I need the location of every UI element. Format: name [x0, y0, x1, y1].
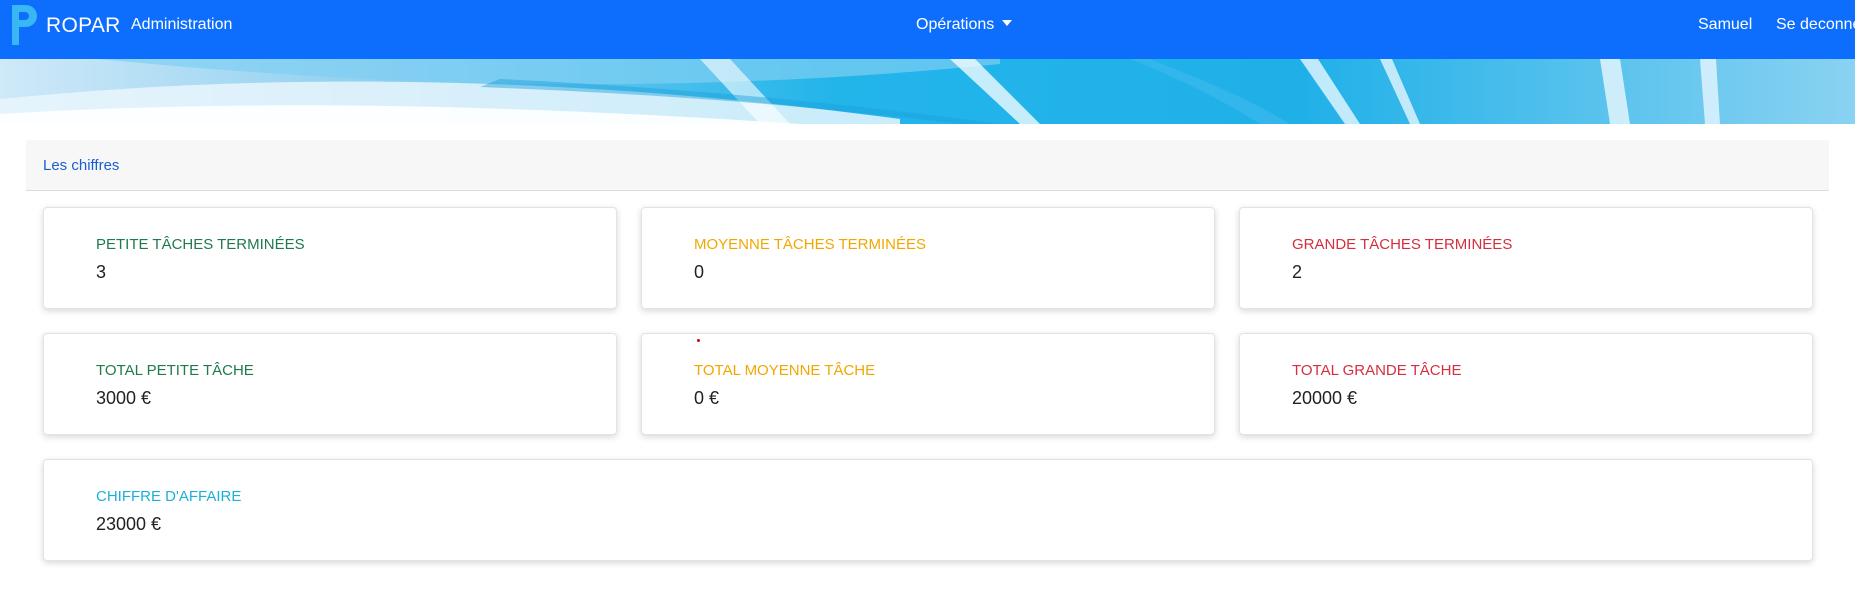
nav-link-logout[interactable]: Se deconne: [1776, 16, 1855, 34]
card-value: 20000 €: [1292, 388, 1358, 408]
card-total-grande: TOTAL GRANDE TÂCHE 20000 €: [1239, 333, 1813, 435]
nav-dropdown-operations[interactable]: Opérations: [916, 16, 1013, 34]
card-value: 3: [96, 262, 107, 282]
card-label: TOTAL MOYENNE TÂCHE: [694, 362, 876, 379]
card-grande-terminees: GRANDE TÂCHES TERMINÉES 2: [1239, 207, 1813, 309]
card-value: 2: [1292, 262, 1303, 282]
card-value: 0: [694, 262, 705, 282]
brand-logo-icon[interactable]: [8, 3, 40, 47]
banner-swoosh-image: [0, 59, 1720, 124]
card-label: GRANDE TÂCHES TERMINÉES: [1292, 236, 1513, 253]
stray-dot: [697, 339, 700, 342]
card-label: PETITE TÂCHES TERMINÉES: [96, 236, 305, 253]
card-total-moyenne: TOTAL MOYENNE TÂCHE 0 €: [641, 333, 1215, 435]
card-value: 23000 €: [96, 514, 162, 534]
card-moyenne-terminees: MOYENNE TÂCHES TERMINÉES 0: [641, 207, 1215, 309]
nav-link-user[interactable]: Samuel: [1698, 16, 1752, 34]
card-petite-terminees: PETITE TÂCHES TERMINÉES 3: [43, 207, 617, 309]
section-header: Les chiffres: [26, 140, 1829, 191]
card-label: MOYENNE TÂCHES TERMINÉES: [694, 236, 926, 253]
section-title[interactable]: Les chiffres: [43, 157, 119, 174]
card-label: TOTAL PETITE TÂCHE: [96, 362, 254, 379]
decorative-banner: [0, 59, 1855, 124]
top-navbar: ROPAR Administration Opérations Samuel S…: [0, 0, 1855, 59]
card-label: CHIFFRE D'AFFAIRE: [96, 488, 242, 505]
card-value: 0 €: [694, 388, 720, 408]
card-label: TOTAL GRANDE TÂCHE: [1292, 362, 1462, 379]
card-value: 3000 €: [96, 388, 152, 408]
caret-down-icon: [1002, 20, 1013, 26]
card-total-petite: TOTAL PETITE TÂCHE 3000 €: [43, 333, 617, 435]
card-chiffre-affaire: CHIFFRE D'AFFAIRE 23000 €: [43, 459, 1813, 561]
nav-dropdown-operations-label: Opérations: [916, 16, 995, 33]
brand-name[interactable]: ROPAR: [46, 14, 121, 38]
nav-link-administration[interactable]: Administration: [131, 16, 232, 34]
